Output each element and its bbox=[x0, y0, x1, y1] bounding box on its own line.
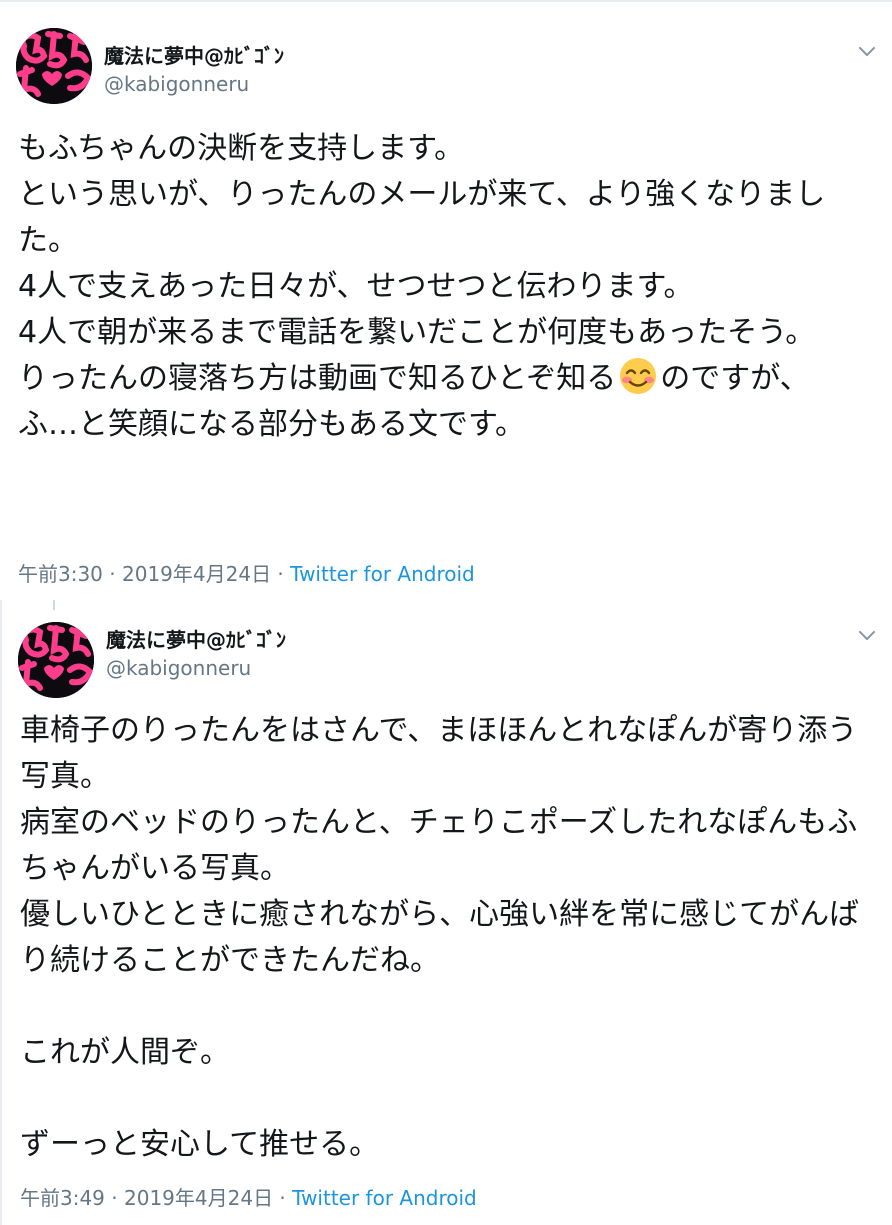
timestamp-time[interactable]: 午前3:49 bbox=[20, 1186, 105, 1210]
chevron-down-icon[interactable] bbox=[856, 44, 878, 60]
avatar-image bbox=[18, 622, 94, 698]
timestamp-date[interactable]: 2019年4月24日 bbox=[122, 562, 271, 586]
meta-separator: · bbox=[273, 1186, 293, 1210]
tweet-meta: 午前3:49 · 2019年4月24日 · Twitter for Androi… bbox=[20, 1182, 477, 1211]
timestamp-time[interactable]: 午前3:30 bbox=[18, 562, 103, 586]
meta-separator: · bbox=[102, 562, 122, 586]
tweet-text: 車椅子のりったんをはさんで、まほほんとれなぽんが寄り添う写真。 病室のベッドのり… bbox=[20, 713, 860, 1162]
display-name[interactable]: 魔法に夢中@ｶﾋﾞｺﾞﾝ bbox=[104, 40, 284, 69]
tweet-source-link[interactable]: Twitter for Android bbox=[290, 562, 475, 586]
avatar[interactable] bbox=[16, 28, 92, 104]
avatar[interactable] bbox=[18, 622, 94, 698]
tweet-source-link[interactable]: Twitter for Android bbox=[292, 1186, 477, 1210]
display-name[interactable]: 魔法に夢中@ｶﾋﾞｺﾞﾝ bbox=[106, 624, 286, 653]
user-handle[interactable]: @kabigonneru bbox=[104, 72, 249, 96]
meta-separator: · bbox=[104, 1186, 124, 1210]
smiling-face-icon bbox=[618, 356, 658, 396]
divider bbox=[0, 0, 892, 2]
tweet-card-1[interactable]: 魔法に夢中@ｶﾋﾞｺﾞﾝ @kabigonneru もふちゃんの決断を支持します… bbox=[0, 0, 892, 596]
tweet-meta: 午前3:30 · 2019年4月24日 · Twitter for Androi… bbox=[18, 558, 475, 587]
timestamp-date[interactable]: 2019年4月24日 bbox=[124, 1186, 273, 1210]
user-handle[interactable]: @kabigonneru bbox=[106, 656, 251, 680]
meta-separator: · bbox=[271, 562, 291, 586]
tweet-text: もふちゃんの決断を支持します。 という思いが、りったんのメールが来て、より強くな… bbox=[18, 126, 880, 448]
chevron-down-icon[interactable] bbox=[856, 628, 878, 644]
tweet-text-part: もふちゃんの決断を支持します。 という思いが、りったんのメールが来て、より強くな… bbox=[18, 131, 826, 396]
thread-line bbox=[53, 600, 55, 610]
tweet-card-2[interactable]: 魔法に夢中@ｶﾋﾞｺﾞﾝ @kabigonneru 車椅子のりったんをはさんで、… bbox=[0, 600, 892, 1225]
avatar-image bbox=[16, 28, 92, 104]
